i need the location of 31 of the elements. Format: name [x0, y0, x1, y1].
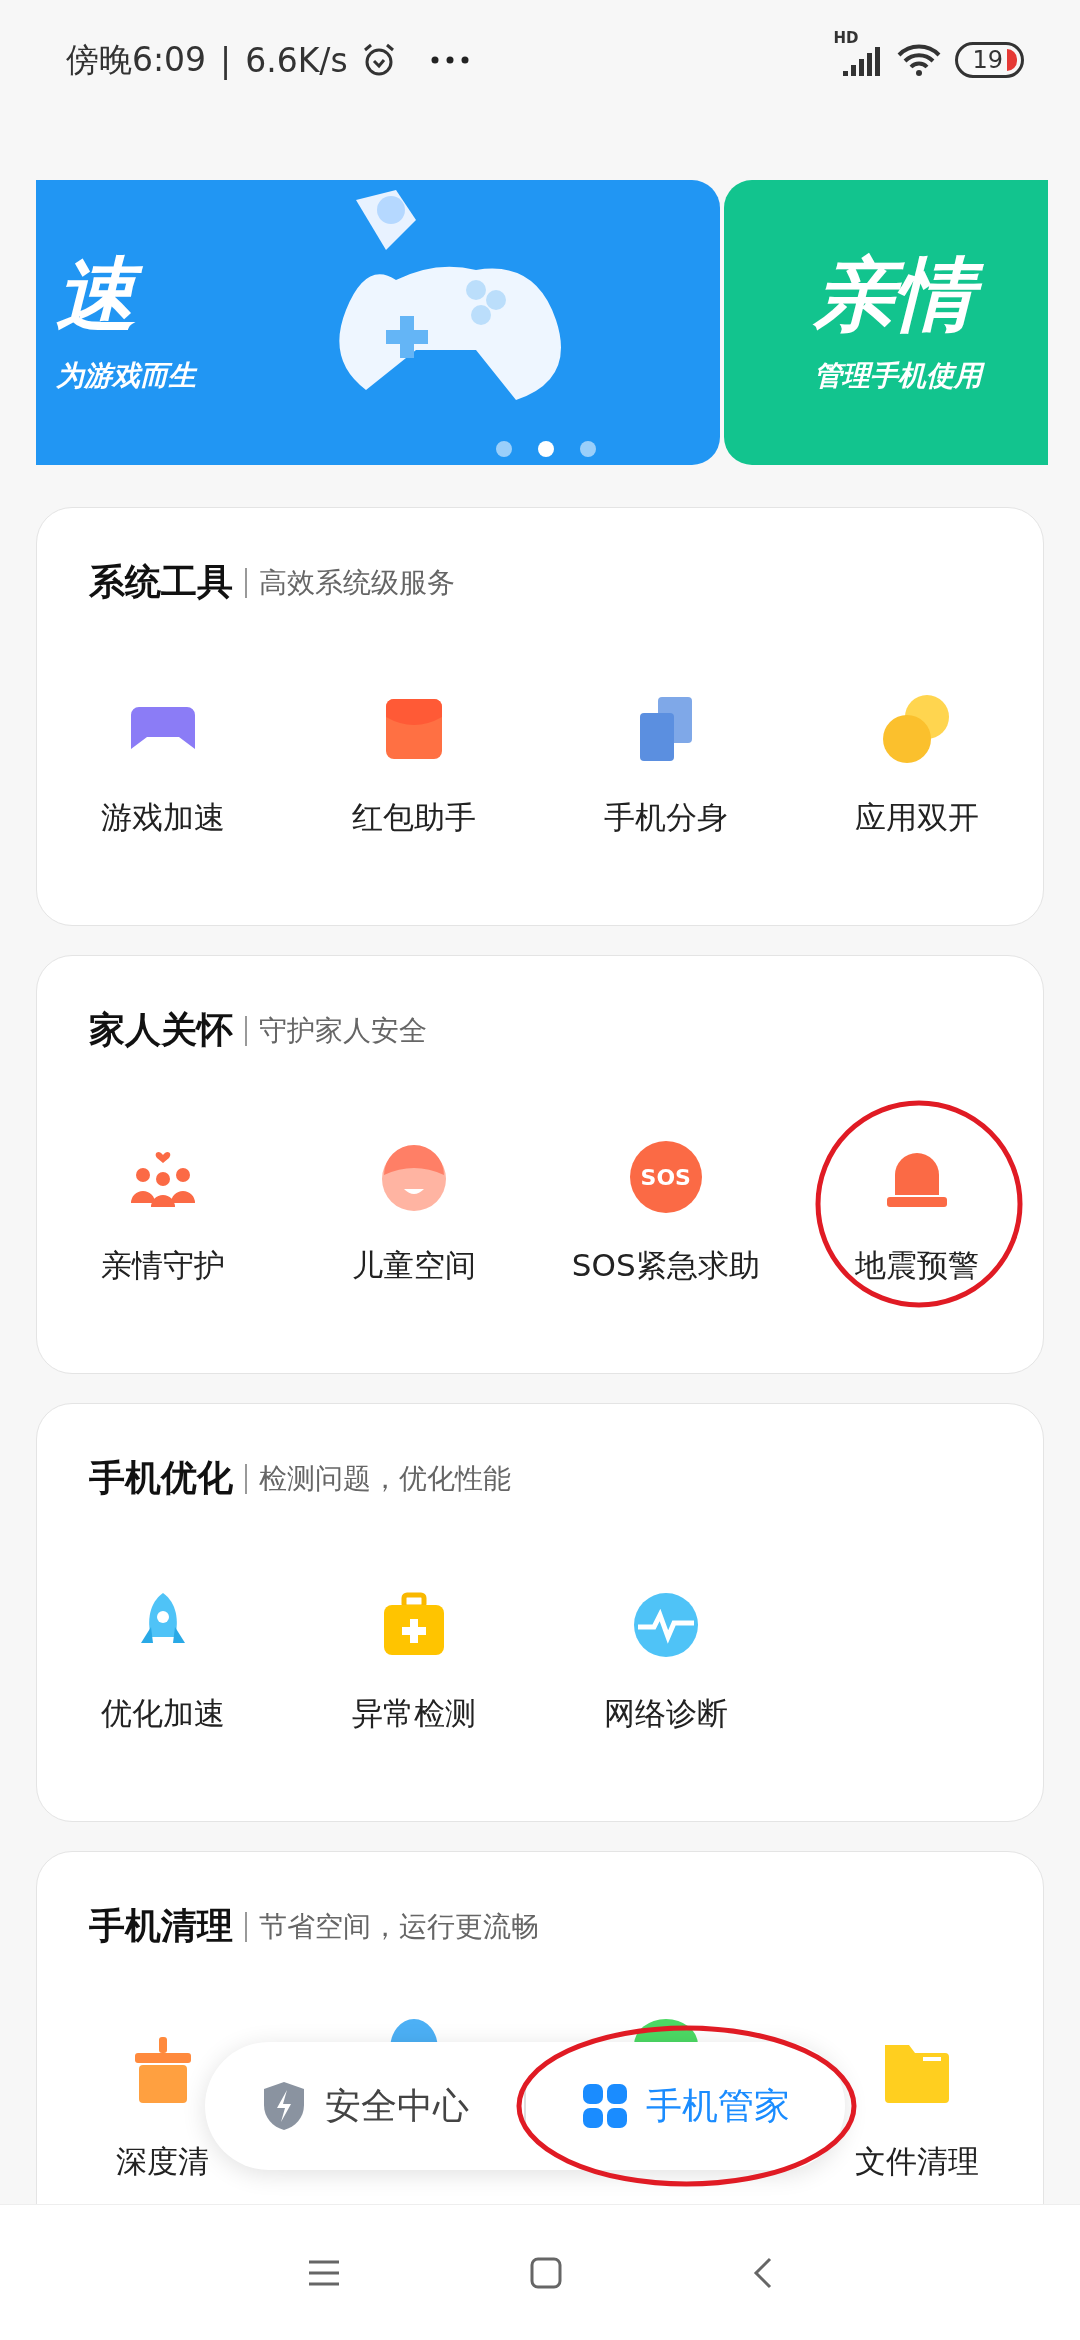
status-time: 傍晚6:09	[66, 38, 207, 81]
tool-label[interactable]: 儿童空间	[352, 1245, 477, 1287]
tool-label[interactable]: 文件清理	[855, 2141, 980, 2183]
card-title: 手机优化	[89, 1456, 233, 1500]
tool-label[interactable]: 优化加速	[100, 1693, 225, 1735]
banner-title: 速	[56, 250, 720, 339]
banner-subtitle: 为游戏而生	[56, 357, 199, 394]
tool-label[interactable]: 游戏加速	[100, 797, 225, 839]
card-title: 系统工具	[89, 560, 233, 604]
banner-subtitle: 管理手机使用	[814, 356, 1048, 395]
card-title: 家人关怀	[89, 1008, 233, 1052]
tool-label[interactable]: 手机分身	[603, 797, 728, 839]
network-speed: 6.6K/s	[245, 40, 348, 80]
battery-indicator: 19	[955, 42, 1024, 78]
tool-label[interactable]: SOS紧急求助	[571, 1245, 760, 1287]
banner-title: 亲情	[814, 250, 1048, 339]
tool-label[interactable]: 亲情守护	[100, 1245, 225, 1287]
hd-label: HD	[833, 29, 859, 47]
card-subtitle: 节省空间，运行更流畅	[259, 1908, 539, 1945]
tool-label[interactable]: 深度清	[116, 2141, 210, 2183]
sos-icon: SOS	[629, 1141, 702, 1213]
tool-label[interactable]: 地震预警	[855, 1245, 980, 1287]
tool-label[interactable]: 红包助手	[352, 797, 477, 839]
tool-label[interactable]: 网络诊断	[603, 1693, 728, 1735]
card-subtitle: 高效系统级服务	[259, 564, 455, 601]
tool-label[interactable]: 异常检测	[352, 1693, 477, 1735]
card-subtitle: 守护家人安全	[259, 1012, 427, 1049]
separator-text: |	[220, 40, 232, 80]
tool-label[interactable]: 应用双开	[855, 797, 980, 839]
card-subtitle: 检测问题，优化性能	[259, 1460, 511, 1497]
card-title: 手机清理	[89, 1904, 233, 1948]
